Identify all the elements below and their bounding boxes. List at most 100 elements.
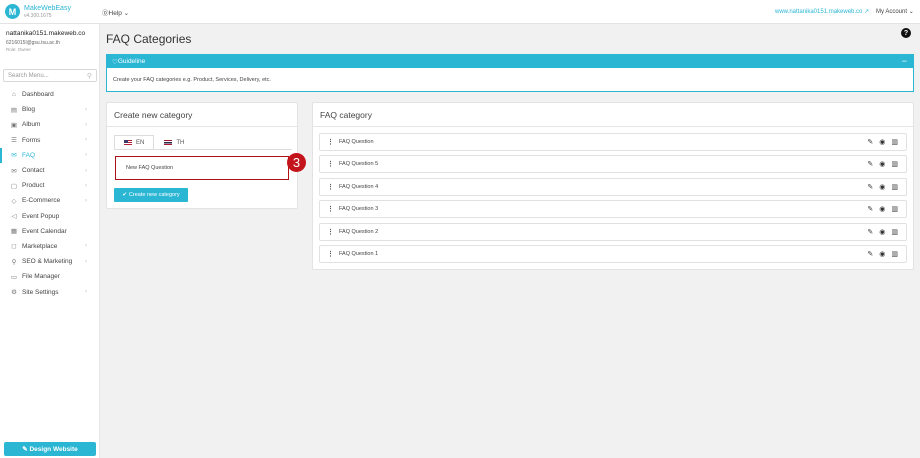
drag-handle-icon[interactable]: ⋮ (327, 250, 334, 258)
menu-search-input[interactable]: Search Menu... ⚲ (3, 69, 97, 82)
search-icon: ⚲ (11, 258, 17, 266)
sidebar-item-seo-marketing[interactable]: ⚲ SEO & Marketing › (0, 254, 99, 269)
tag-icon: ◇ (11, 197, 17, 205)
chevron-right-icon: › (85, 167, 87, 174)
help-menu[interactable]: ⓪Help ⌄ (102, 7, 129, 17)
sidebar-item-album[interactable]: ▣ Album › (0, 117, 99, 132)
tab-th[interactable]: TH (154, 135, 194, 150)
trash-icon[interactable]: ▥ (891, 205, 898, 213)
sidebar-item-event-calendar[interactable]: ▦ Event Calendar (0, 224, 99, 239)
category-label: FAQ Question (339, 139, 374, 145)
calendar-icon: ▦ (10, 228, 18, 236)
sidebar-item-event-popup[interactable]: ◁ Event Popup (0, 209, 99, 224)
eye-icon[interactable]: ◉ (879, 250, 885, 258)
sidebar-item-e-commerce[interactable]: ◇ E-Commerce › (0, 193, 99, 208)
sidebar-item-product[interactable]: ▢ Product › (0, 178, 99, 193)
chevron-right-icon: › (85, 121, 87, 128)
sidebar-item-label: SEO & Marketing (22, 258, 73, 266)
chevron-right-icon: › (85, 152, 87, 159)
logo-icon: M (5, 4, 20, 19)
sidebar-item-faq[interactable]: ✉ FAQ › (0, 147, 99, 163)
folder-icon: ▭ (10, 273, 18, 281)
edit-icon[interactable]: ✎ (867, 205, 873, 213)
chevron-right-icon: › (85, 197, 87, 204)
eye-icon[interactable]: ◉ (879, 183, 885, 191)
trash-icon[interactable]: ▥ (891, 138, 898, 146)
tab-en[interactable]: EN (114, 135, 155, 150)
drag-handle-icon[interactable]: ⋮ (327, 183, 334, 191)
page-title: FAQ Categories (106, 32, 192, 46)
search-icon: ⚲ (86, 73, 92, 80)
chat-icon: ✉ (11, 152, 17, 160)
drag-handle-icon[interactable]: ⋮ (327, 160, 334, 168)
category-row[interactable]: ⋮ FAQ Question ✎ ◉ ▥ (319, 133, 907, 151)
category-row[interactable]: ⋮ FAQ Question 3 ✎ ◉ ▥ (319, 200, 907, 219)
chevron-right-icon: › (85, 106, 87, 113)
app-version: v4.300.1675 (24, 12, 52, 19)
mail-icon: ✉ (11, 167, 17, 175)
collapse-icon[interactable]: − (902, 56, 907, 66)
brand-name: MakeWebEasy (24, 4, 71, 12)
sidebar-item-label: Contact (22, 167, 45, 175)
chevron-right-icon: › (85, 182, 87, 189)
sidebar-menu: ⌂ Dashboard ▤ Blog › ▣ Album › ☰ Forms › ✉ FAQ › ✉ Cont… (0, 87, 99, 300)
edit-icon[interactable]: ✎ (867, 160, 873, 168)
design-website-button[interactable]: ✎ Design Website (4, 442, 96, 456)
image-icon: ▣ (10, 121, 18, 129)
sidebar-item-site-settings[interactable]: ⚙ Site Settings › (0, 284, 99, 299)
sidebar-item-marketplace[interactable]: ◻ Marketplace › (0, 239, 99, 254)
edit-icon[interactable]: ✎ (867, 250, 873, 258)
eye-icon[interactable]: ◉ (879, 205, 885, 213)
guideline-header[interactable]: ♡ Guideline − (107, 55, 913, 68)
site-link[interactable]: www.nattanika0151.makeweb.co ↗ (775, 8, 869, 15)
sidebar-item-label: E-Commerce (22, 197, 61, 205)
drag-handle-icon[interactable]: ⋮ (327, 228, 334, 236)
gear-icon: ⚙ (11, 289, 17, 297)
eye-icon[interactable]: ◉ (879, 228, 885, 236)
box-icon: ▢ (10, 182, 18, 190)
drag-handle-icon[interactable]: ⋮ (327, 205, 334, 213)
trash-icon[interactable]: ▥ (891, 228, 898, 236)
sidebar-item-file-manager[interactable]: ▭ File Manager (0, 269, 99, 284)
sidebar-item-blog[interactable]: ▤ Blog › (0, 102, 99, 117)
top-bar: M MakeWebEasy v4.300.1675 ⓪Help ⌄ www.na… (0, 0, 920, 24)
trash-icon[interactable]: ▥ (891, 250, 898, 258)
sidebar-item-forms[interactable]: ☰ Forms › (0, 133, 99, 148)
user-role: Role: Owner (6, 47, 32, 52)
trash-icon[interactable]: ▥ (891, 183, 898, 191)
category-label: FAQ Question 5 (339, 161, 379, 168)
megaphone-icon: ◁ (11, 213, 17, 221)
trash-icon[interactable]: ▥ (891, 160, 898, 168)
user-email: 6216015l@gsu.tsu.ac.th (6, 40, 61, 46)
category-row[interactable]: ⋮ FAQ Question 2 ✎ ◉ ▥ (319, 222, 907, 241)
category-row[interactable]: ⋮ FAQ Question 1 ✎ ◉ ▥ (319, 244, 907, 263)
category-name-input[interactable] (115, 156, 289, 180)
sidebar-item-dashboard[interactable]: ⌂ Dashboard (0, 87, 99, 102)
tab-divider (114, 149, 292, 150)
sidebar-item-contact[interactable]: ✉ Contact › (0, 163, 99, 178)
category-list: ⋮ FAQ Question ✎ ◉ ▥ ⋮ FAQ Question 5 ✎ ◉ ▥ ⋮ FAQ Q… (319, 133, 907, 267)
edit-icon[interactable]: ✎ (867, 228, 873, 236)
eye-icon[interactable]: ◉ (879, 160, 885, 168)
edit-icon[interactable]: ✎ (867, 138, 873, 146)
category-row[interactable]: ⋮ FAQ Question 4 ✎ ◉ ▥ (319, 177, 907, 196)
category-row[interactable]: ⋮ FAQ Question 5 ✎ ◉ ▥ (319, 155, 907, 174)
chevron-right-icon: › (85, 289, 87, 296)
user-info: nattanika0151.makeweb.co 6216015l@gsu.ts… (6, 30, 85, 53)
eye-icon[interactable]: ◉ (879, 138, 885, 146)
create-category-panel: Create new category EN TH ✔Create new ca… (106, 102, 298, 209)
brand-logo[interactable]: M MakeWebEasy v4.300.1675 (5, 4, 71, 19)
drag-handle-icon[interactable]: ⋮ (327, 138, 334, 146)
account-menu[interactable]: My Account ⌄ (876, 8, 914, 15)
category-label: FAQ Question 2 (339, 228, 379, 235)
create-category-title: Create new category (107, 103, 297, 127)
edit-icon[interactable]: ✎ (867, 183, 873, 191)
faq-category-title: FAQ category (313, 103, 913, 127)
create-category-button[interactable]: ✔ Create new category (114, 188, 188, 202)
sidebar-item-label: Blog (22, 106, 36, 114)
sidebar-item-label: Album (22, 121, 41, 129)
guideline-text: Create your FAQ categories e.g. Product,… (113, 77, 271, 83)
row-actions: ✎ ◉ ▥ (867, 228, 898, 236)
question-icon[interactable]: ? (901, 28, 911, 38)
pencil-icon: ✎ (22, 446, 28, 453)
